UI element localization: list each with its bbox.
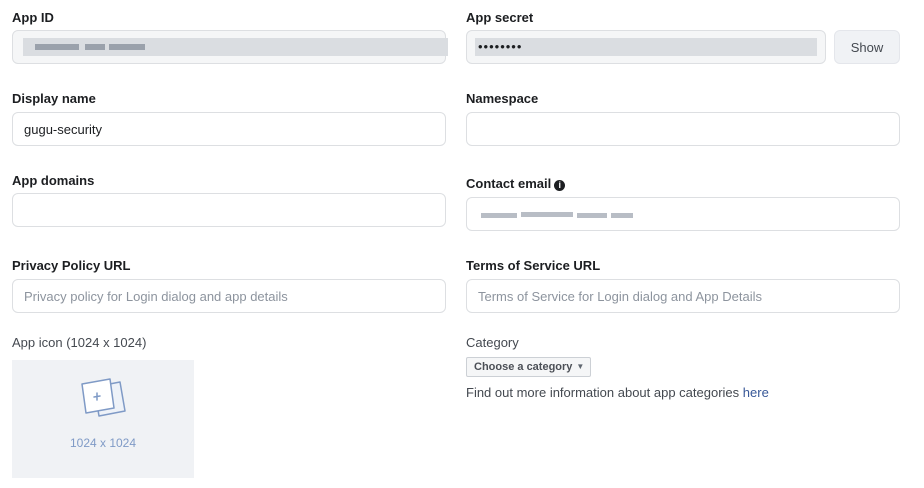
category-help: Find out more information about app cate… [466,385,769,400]
app-icon-upload[interactable]: 1024 x 1024 [12,360,194,478]
category-select-label: Choose a category [474,361,573,373]
app-domains-field[interactable] [12,193,446,227]
app-secret-masked-value: •••••••• [478,39,523,54]
app-id-field[interactable] [12,30,448,64]
display-name-field[interactable] [12,112,446,146]
app-icon-dimensions: 1024 x 1024 [69,436,137,450]
app-domains-label: App domains [12,173,95,188]
category-label: Category [466,335,519,350]
show-secret-button[interactable]: Show [834,30,900,64]
terms-of-service-input[interactable] [467,280,899,312]
namespace-label: Namespace [466,91,539,106]
category-help-link[interactable]: here [743,385,769,400]
privacy-policy-field[interactable] [12,279,446,313]
contact-email-label: Contact email i [466,176,566,191]
app-icon-label: App icon (1024 x 1024) [12,335,147,350]
namespace-input[interactable] [467,113,899,145]
contact-email-field[interactable] [466,197,900,231]
privacy-policy-label: Privacy Policy URL [12,258,131,273]
display-name-label: Display name [12,91,96,106]
namespace-field[interactable] [466,112,900,146]
display-name-input[interactable] [13,113,445,145]
category-select[interactable]: Choose a category ▼ [466,357,592,377]
terms-of-service-label: Terms of Service URL [466,258,601,273]
contact-email-label-text: Contact email [466,176,552,191]
contact-email-obscured-value [481,213,517,218]
terms-of-service-field[interactable] [466,279,900,313]
app-domains-input[interactable] [13,194,445,226]
info-icon[interactable]: i [554,180,566,191]
app-id-label: App ID [12,10,54,25]
image-upload-icon [81,378,126,417]
app-secret-field[interactable]: •••••••• [466,30,826,64]
category-help-text: Find out more information about app cate… [466,385,743,400]
privacy-policy-input[interactable] [13,280,445,312]
app-secret-label: App secret [466,10,534,25]
chevron-down-icon: ▼ [576,362,585,371]
